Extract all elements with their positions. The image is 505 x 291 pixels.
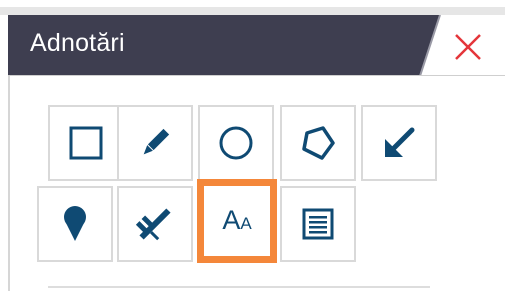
circle-icon xyxy=(219,126,253,160)
tool-pin[interactable] xyxy=(37,186,113,262)
arrow-icon xyxy=(385,127,415,157)
panel-title: Adnotări xyxy=(30,29,125,57)
text-icon-small-letter: A xyxy=(240,214,252,233)
pencil-icon xyxy=(143,128,170,155)
bottom-divider xyxy=(48,286,430,288)
top-divider xyxy=(0,7,505,15)
panel-left-border xyxy=(8,76,10,291)
polygon-icon xyxy=(302,126,335,160)
tool-circle[interactable] xyxy=(198,105,274,181)
rectangle-icon xyxy=(69,126,103,160)
notes-icon xyxy=(302,208,334,240)
close-button[interactable] xyxy=(448,27,488,67)
tool-rectangle[interactable] xyxy=(48,105,124,181)
tool-pencil[interactable] xyxy=(117,105,193,181)
map-pin-icon xyxy=(64,206,86,241)
text-icon-big-letter: A xyxy=(222,205,241,235)
annotations-panel: Adnotări AA xyxy=(0,0,505,291)
tool-polygon[interactable] xyxy=(280,105,356,181)
close-icon xyxy=(455,34,481,60)
tool-text[interactable]: AA xyxy=(197,179,277,263)
text-icon: AA xyxy=(204,205,270,236)
tool-measure[interactable] xyxy=(117,186,193,262)
panel-header: Adnotări xyxy=(8,15,505,76)
tool-note[interactable] xyxy=(280,186,356,262)
tool-arrow[interactable] xyxy=(361,105,437,181)
caliper-icon xyxy=(135,208,171,241)
